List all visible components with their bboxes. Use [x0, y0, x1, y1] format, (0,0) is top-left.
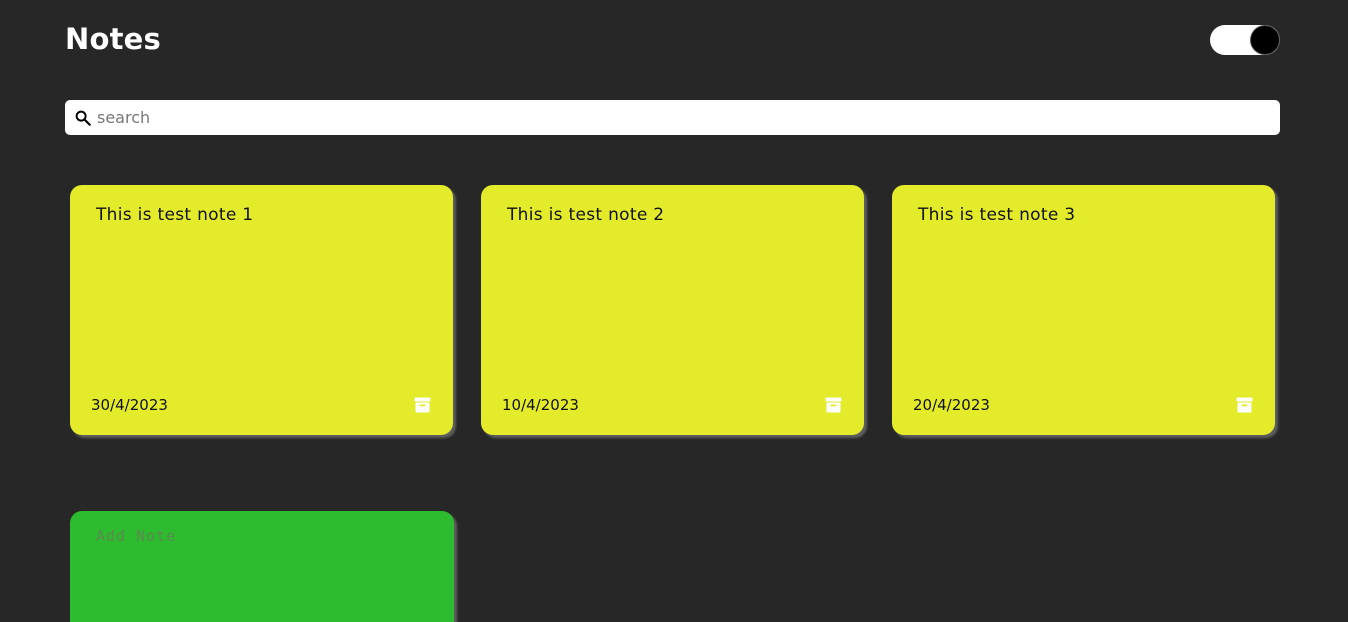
theme-toggle[interactable] [1210, 25, 1280, 55]
note-text: This is test note 2 [507, 205, 665, 225]
note-date: 30/4/2023 [91, 396, 168, 414]
archive-icon[interactable] [1235, 396, 1253, 414]
note-card: This is test note 1 30/4/2023 [70, 185, 453, 435]
archive-icon[interactable] [413, 396, 431, 414]
note-footer: 30/4/2023 [91, 395, 431, 415]
header: Notes [65, 22, 1280, 58]
search-bar [65, 100, 1280, 135]
add-note-input[interactable] [96, 527, 426, 607]
note-date: 20/4/2023 [913, 396, 990, 414]
add-note-card [70, 511, 454, 622]
notes-app: Notes This is test note 1 30/4/2023 [0, 0, 1348, 622]
search-icon [65, 100, 97, 135]
note-card: This is test note 2 10/4/2023 [481, 185, 864, 435]
search-input[interactable] [97, 100, 1280, 135]
note-text: This is test note 1 [96, 205, 254, 225]
toggle-knob [1250, 25, 1280, 55]
note-date: 10/4/2023 [502, 396, 579, 414]
note-text: This is test note 3 [918, 205, 1076, 225]
note-card: This is test note 3 20/4/2023 [892, 185, 1275, 435]
page-title: Notes [65, 22, 161, 56]
archive-icon[interactable] [824, 396, 842, 414]
note-footer: 20/4/2023 [913, 395, 1253, 415]
note-footer: 10/4/2023 [502, 395, 842, 415]
